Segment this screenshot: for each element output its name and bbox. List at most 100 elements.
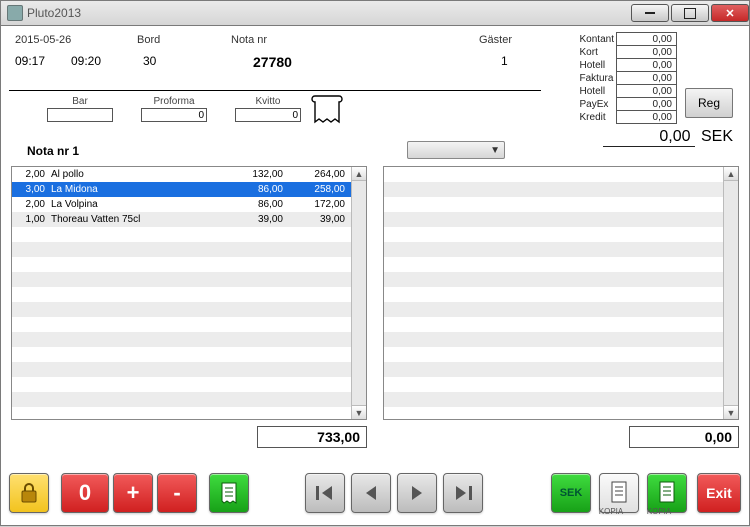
title-bar: Pluto2013	[0, 0, 750, 26]
table-row[interactable]: 3,00La Midona86,00258,00	[12, 182, 351, 197]
unit-cell: 132,00	[223, 169, 289, 180]
payment-row: Kredit0,00	[578, 111, 677, 124]
payment-row: Faktura0,00	[578, 72, 677, 85]
bord-label: Bord	[137, 34, 160, 46]
payment-label: Kort	[578, 46, 617, 59]
table-row[interactable]: 1,00Thoreau Vatten 75cl39,0039,00	[12, 212, 351, 227]
payment-label: Faktura	[578, 72, 617, 85]
kopia-label: KOPIA	[591, 507, 631, 516]
filter-dropdown[interactable]: ▼	[407, 141, 505, 159]
notanr-label: Nota nr	[231, 34, 267, 46]
payment-value: 0,00	[617, 46, 677, 59]
table-row[interactable]: 2,00La Volpina86,00172,00	[12, 197, 351, 212]
client-area: 2015-05-26 Bord Nota nr Gäster 09:17 09:…	[0, 26, 750, 526]
table-row	[384, 362, 723, 377]
table-row	[12, 362, 351, 377]
button-strip: 0 + -	[9, 471, 741, 515]
time1: 09:17	[15, 54, 45, 68]
zero-button[interactable]: 0	[61, 473, 109, 513]
payment-label: PayEx	[578, 98, 617, 111]
table-row	[384, 257, 723, 272]
table-row	[384, 212, 723, 227]
small-inputs: Bar Proforma Kvitto	[47, 96, 301, 122]
document-icon	[609, 480, 629, 506]
minus-button[interactable]: -	[157, 473, 197, 513]
line-cell: 172,00	[289, 199, 351, 210]
payment-label: Hotell	[578, 59, 617, 72]
scroll-down-icon[interactable]: ▼	[724, 405, 738, 419]
payment-row: PayEx0,00	[578, 98, 677, 111]
prev-button[interactable]	[351, 473, 391, 513]
chevron-down-icon: ▼	[490, 145, 500, 156]
plus-button[interactable]: +	[113, 473, 153, 513]
date-value: 2015-05-26	[15, 34, 71, 46]
receipt-icon	[309, 92, 349, 126]
payment-row: Kort0,00	[578, 46, 677, 59]
table-row	[12, 257, 351, 272]
time2: 09:20	[71, 54, 101, 68]
kopia-label-2: KOPIA	[639, 507, 679, 516]
maximize-button[interactable]	[671, 4, 709, 22]
line-cell: 264,00	[289, 169, 351, 180]
left-sum: 733,00	[257, 426, 367, 448]
right-list[interactable]: ▲ ▼	[383, 166, 739, 420]
line-cell: 258,00	[289, 184, 351, 195]
table-row	[12, 317, 351, 332]
last-button[interactable]	[443, 473, 483, 513]
lists: 2,00Al pollo132,00264,003,00La Midona86,…	[9, 166, 741, 420]
unit-cell: 86,00	[223, 184, 289, 195]
left-list[interactable]: 2,00Al pollo132,00264,003,00La Midona86,…	[11, 166, 367, 420]
payment-value: 0,00	[617, 72, 677, 85]
first-button[interactable]	[305, 473, 345, 513]
reg-button[interactable]: Reg	[685, 88, 733, 118]
minimize-button[interactable]	[631, 4, 669, 22]
scroll-up-icon[interactable]: ▲	[724, 167, 738, 181]
scrollbar[interactable]: ▲ ▼	[351, 167, 366, 419]
table-row	[12, 332, 351, 347]
name-cell: Thoreau Vatten 75cl	[48, 214, 223, 225]
bar-input[interactable]	[47, 108, 113, 122]
gaster-label: Gäster	[479, 34, 512, 46]
table-row	[384, 392, 723, 407]
name-cell: Al pollo	[48, 169, 223, 180]
table-row	[12, 347, 351, 362]
table-row	[384, 242, 723, 257]
lock-button[interactable]	[9, 473, 49, 513]
qty-cell: 2,00	[12, 169, 48, 180]
nota-row: Nota nr 1 ▼	[9, 142, 741, 160]
qty-cell: 1,00	[12, 214, 48, 225]
bar-label: Bar	[47, 96, 113, 107]
receipt-button[interactable]	[209, 473, 249, 513]
scrollbar[interactable]: ▲ ▼	[723, 167, 738, 419]
nota-title: Nota nr 1	[27, 144, 79, 158]
exit-button[interactable]: Exit	[697, 473, 741, 513]
name-cell: La Volpina	[48, 199, 223, 210]
kvitto-input[interactable]	[235, 108, 301, 122]
app-icon	[7, 5, 23, 21]
payment-row: Kontant0,00	[578, 33, 677, 46]
payment-value: 0,00	[617, 59, 677, 72]
proforma-input[interactable]	[141, 108, 207, 122]
table-row	[12, 377, 351, 392]
next-button[interactable]	[397, 473, 437, 513]
payment-row: Hotell0,00	[578, 85, 677, 98]
payment-value: 0,00	[617, 98, 677, 111]
table-row	[384, 227, 723, 242]
reg-label: Reg	[698, 96, 720, 110]
payment-label: Hotell	[578, 85, 617, 98]
scroll-down-icon[interactable]: ▼	[352, 405, 366, 419]
scroll-up-icon[interactable]: ▲	[352, 167, 366, 181]
close-button[interactable]	[711, 4, 749, 22]
qty-cell: 2,00	[12, 199, 48, 210]
payment-value: 0,00	[617, 33, 677, 46]
notanr-value: 27780	[253, 54, 292, 70]
table-row[interactable]: 2,00Al pollo132,00264,00	[12, 167, 351, 182]
sek-button[interactable]: SEK	[551, 473, 591, 513]
payment-value: 0,00	[617, 85, 677, 98]
table-row	[12, 302, 351, 317]
table-row	[384, 377, 723, 392]
arrow-right-icon	[406, 484, 428, 502]
kvitto-label: Kvitto	[235, 96, 301, 107]
receipt-icon	[220, 481, 238, 505]
gaster-value: 1	[501, 54, 508, 68]
